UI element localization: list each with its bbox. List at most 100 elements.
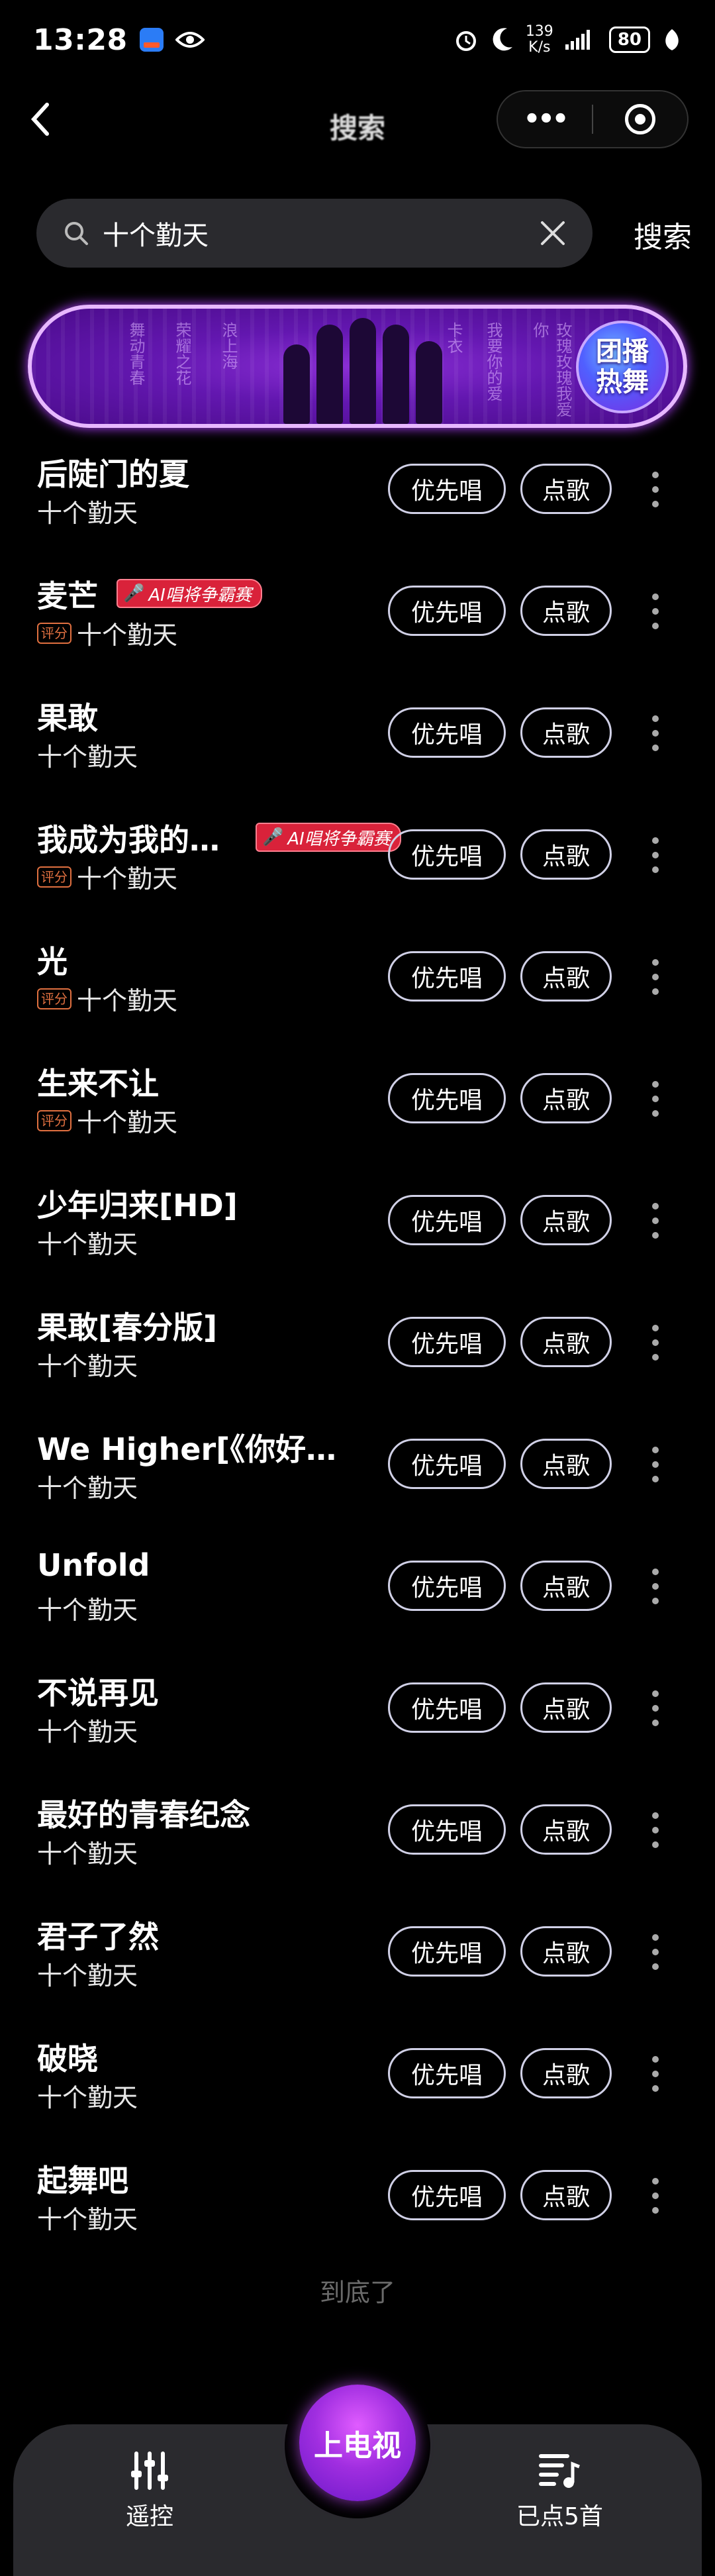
- priority-sing-button[interactable]: 优先唱: [388, 2170, 506, 2220]
- song-row[interactable]: 君子了然 十个勤天 优先唱 点歌: [0, 1900, 715, 2022]
- song-subtitle: 十个勤天: [37, 1224, 138, 1261]
- priority-sing-button[interactable]: 优先唱: [388, 951, 506, 1002]
- order-song-button[interactable]: 点歌: [520, 1195, 612, 1245]
- ai-badge-label: AI唱将争霸赛: [148, 585, 252, 605]
- clear-search-button[interactable]: [533, 213, 573, 253]
- more-vertical-icon[interactable]: [642, 2174, 669, 2218]
- more-vertical-icon[interactable]: [642, 590, 669, 633]
- priority-sing-button[interactable]: 优先唱: [388, 1439, 506, 1489]
- song-row[interactable]: 最好的青春纪念 十个勤天 优先唱 点歌: [0, 1778, 715, 1900]
- more-vertical-icon[interactable]: [642, 1565, 669, 1608]
- search-input[interactable]: [96, 217, 533, 249]
- more-vertical-icon[interactable]: [642, 1930, 669, 1974]
- priority-sing-button[interactable]: 优先唱: [388, 1317, 506, 1367]
- song-row[interactable]: 起舞吧 十个勤天 优先唱 点歌: [0, 2143, 715, 2265]
- priority-sing-button[interactable]: 优先唱: [388, 1073, 506, 1123]
- song-row[interactable]: 果敢[春分版] 十个勤天 优先唱 点歌: [0, 1290, 715, 1412]
- song-title: 果敢[春分版]: [37, 1310, 218, 1345]
- queue-label: 已点5首: [516, 2503, 603, 2530]
- rating-tag: 评分: [37, 622, 72, 644]
- order-song-button[interactable]: 点歌: [520, 1926, 612, 1977]
- more-vertical-icon[interactable]: [642, 1199, 669, 1243]
- song-subtitle: 评分 十个勤天: [37, 980, 177, 1017]
- more-vertical-icon[interactable]: [642, 955, 669, 999]
- more-vertical-icon[interactable]: [642, 711, 669, 755]
- song-subtitle: 十个勤天: [37, 2199, 138, 2236]
- song-row[interactable]: 破晓 十个勤天 优先唱 点歌: [0, 2022, 715, 2143]
- order-song-button[interactable]: 点歌: [520, 829, 612, 880]
- order-song-button[interactable]: 点歌: [520, 2048, 612, 2098]
- song-row[interactable]: 我成为我的… 🎤 AI唱将争霸赛 评分 十个勤天 优先唱 点歌: [0, 803, 715, 925]
- more-vertical-icon[interactable]: [642, 1077, 669, 1121]
- song-title: 我成为我的…: [37, 822, 220, 858]
- order-song-button[interactable]: 点歌: [520, 1804, 612, 1855]
- search-button[interactable]: 搜索: [634, 213, 692, 256]
- order-song-button[interactable]: 点歌: [520, 1073, 612, 1123]
- group-dance-badge[interactable]: 团播 热舞: [576, 321, 669, 413]
- song-artist: 十个勤天: [37, 743, 138, 772]
- song-artist: 十个勤天: [37, 1474, 138, 1503]
- priority-sing-button[interactable]: 优先唱: [388, 1926, 506, 1977]
- priority-sing-button[interactable]: 优先唱: [388, 1682, 506, 1733]
- song-subtitle: 十个勤天: [37, 1346, 138, 1382]
- queue-button[interactable]: 已点5首: [516, 2451, 603, 2532]
- order-song-button[interactable]: 点歌: [520, 1561, 612, 1611]
- more-vertical-icon[interactable]: [642, 833, 669, 877]
- priority-sing-button[interactable]: 优先唱: [388, 464, 506, 514]
- promo-banner[interactable]: 舞动青春 荣耀之花 浪上海 卡衣 我要你的爱 玫瑰玫瑰我爱你 团播 热舞: [28, 305, 687, 428]
- remote-control-button[interactable]: 遥控: [126, 2451, 173, 2532]
- song-row[interactable]: 后陡门的夏 十个勤天 优先唱 点歌: [0, 437, 715, 559]
- song-row[interactable]: 麦芒 🎤 AI唱将争霸赛 评分 十个勤天 优先唱 点歌: [0, 559, 715, 681]
- order-song-button[interactable]: 点歌: [520, 586, 612, 636]
- order-song-button[interactable]: 点歌: [520, 1682, 612, 1733]
- song-row[interactable]: 不说再见 十个勤天 优先唱 点歌: [0, 1656, 715, 1778]
- more-vertical-icon[interactable]: [642, 468, 669, 511]
- more-options-button[interactable]: •••: [498, 104, 592, 134]
- song-title: 少年归来[HD]: [37, 1188, 238, 1223]
- leaf-icon: [665, 29, 679, 50]
- priority-sing-button[interactable]: 优先唱: [388, 1804, 506, 1855]
- song-row[interactable]: 光评分 十个勤天 优先唱 点歌: [0, 925, 715, 1047]
- song-row[interactable]: Unfold 十个勤天 优先唱 点歌: [0, 1534, 715, 1656]
- song-row[interactable]: We Higher[《你好… 十个勤天 优先唱 点歌: [0, 1412, 715, 1534]
- priority-sing-button[interactable]: 优先唱: [388, 586, 506, 636]
- song-artist: 十个勤天: [77, 1108, 178, 1137]
- banner-deco-text: 舞动青春: [126, 322, 145, 386]
- ai-contest-badge: 🎤 AI唱将争霸赛: [256, 823, 401, 852]
- song-row[interactable]: 果敢 十个勤天 优先唱 点歌: [0, 681, 715, 803]
- priority-sing-button[interactable]: 优先唱: [388, 829, 506, 880]
- microphone-icon: 🎤: [262, 827, 284, 847]
- order-song-button[interactable]: 点歌: [520, 1439, 612, 1489]
- more-vertical-icon[interactable]: [642, 2052, 669, 2096]
- priority-sing-button[interactable]: 优先唱: [388, 707, 506, 758]
- song-artist: 十个勤天: [77, 864, 178, 894]
- priority-sing-button[interactable]: 优先唱: [388, 2048, 506, 2098]
- more-vertical-icon[interactable]: [642, 1686, 669, 1730]
- more-vertical-icon[interactable]: [642, 1443, 669, 1486]
- priority-sing-button[interactable]: 优先唱: [388, 1561, 506, 1611]
- song-artist: 十个勤天: [37, 1352, 138, 1381]
- sliders-icon: [131, 2451, 168, 2490]
- order-song-button[interactable]: 点歌: [520, 951, 612, 1002]
- cast-to-tv-button[interactable]: 上电视: [299, 2385, 416, 2501]
- song-row[interactable]: 生来不让 评分 十个勤天 优先唱 点歌: [0, 1047, 715, 1168]
- dancer-silhouette: [416, 341, 442, 424]
- song-title: 破晓: [37, 2041, 98, 2077]
- more-vertical-icon[interactable]: [642, 1321, 669, 1365]
- alarm-icon: [455, 31, 476, 51]
- nav-bar: 搜索 •••: [0, 86, 715, 152]
- wifi-signal-icon: [565, 30, 590, 50]
- order-song-button[interactable]: 点歌: [520, 1317, 612, 1367]
- more-vertical-icon[interactable]: [642, 1808, 669, 1852]
- order-song-button[interactable]: 点歌: [520, 707, 612, 758]
- close-miniapp-button[interactable]: [593, 104, 687, 134]
- song-row[interactable]: 少年归来[HD] 十个勤天 优先唱 点歌: [0, 1168, 715, 1290]
- status-time: 13:28: [33, 23, 128, 57]
- song-subtitle: 十个勤天: [37, 1712, 138, 1748]
- order-song-button[interactable]: 点歌: [520, 2170, 612, 2220]
- order-song-button[interactable]: 点歌: [520, 464, 612, 514]
- song-title: 光: [37, 944, 68, 980]
- priority-sing-button[interactable]: 优先唱: [388, 1195, 506, 1245]
- song-artist: 十个勤天: [37, 1230, 138, 1259]
- badge-line-2: 热舞: [596, 367, 649, 397]
